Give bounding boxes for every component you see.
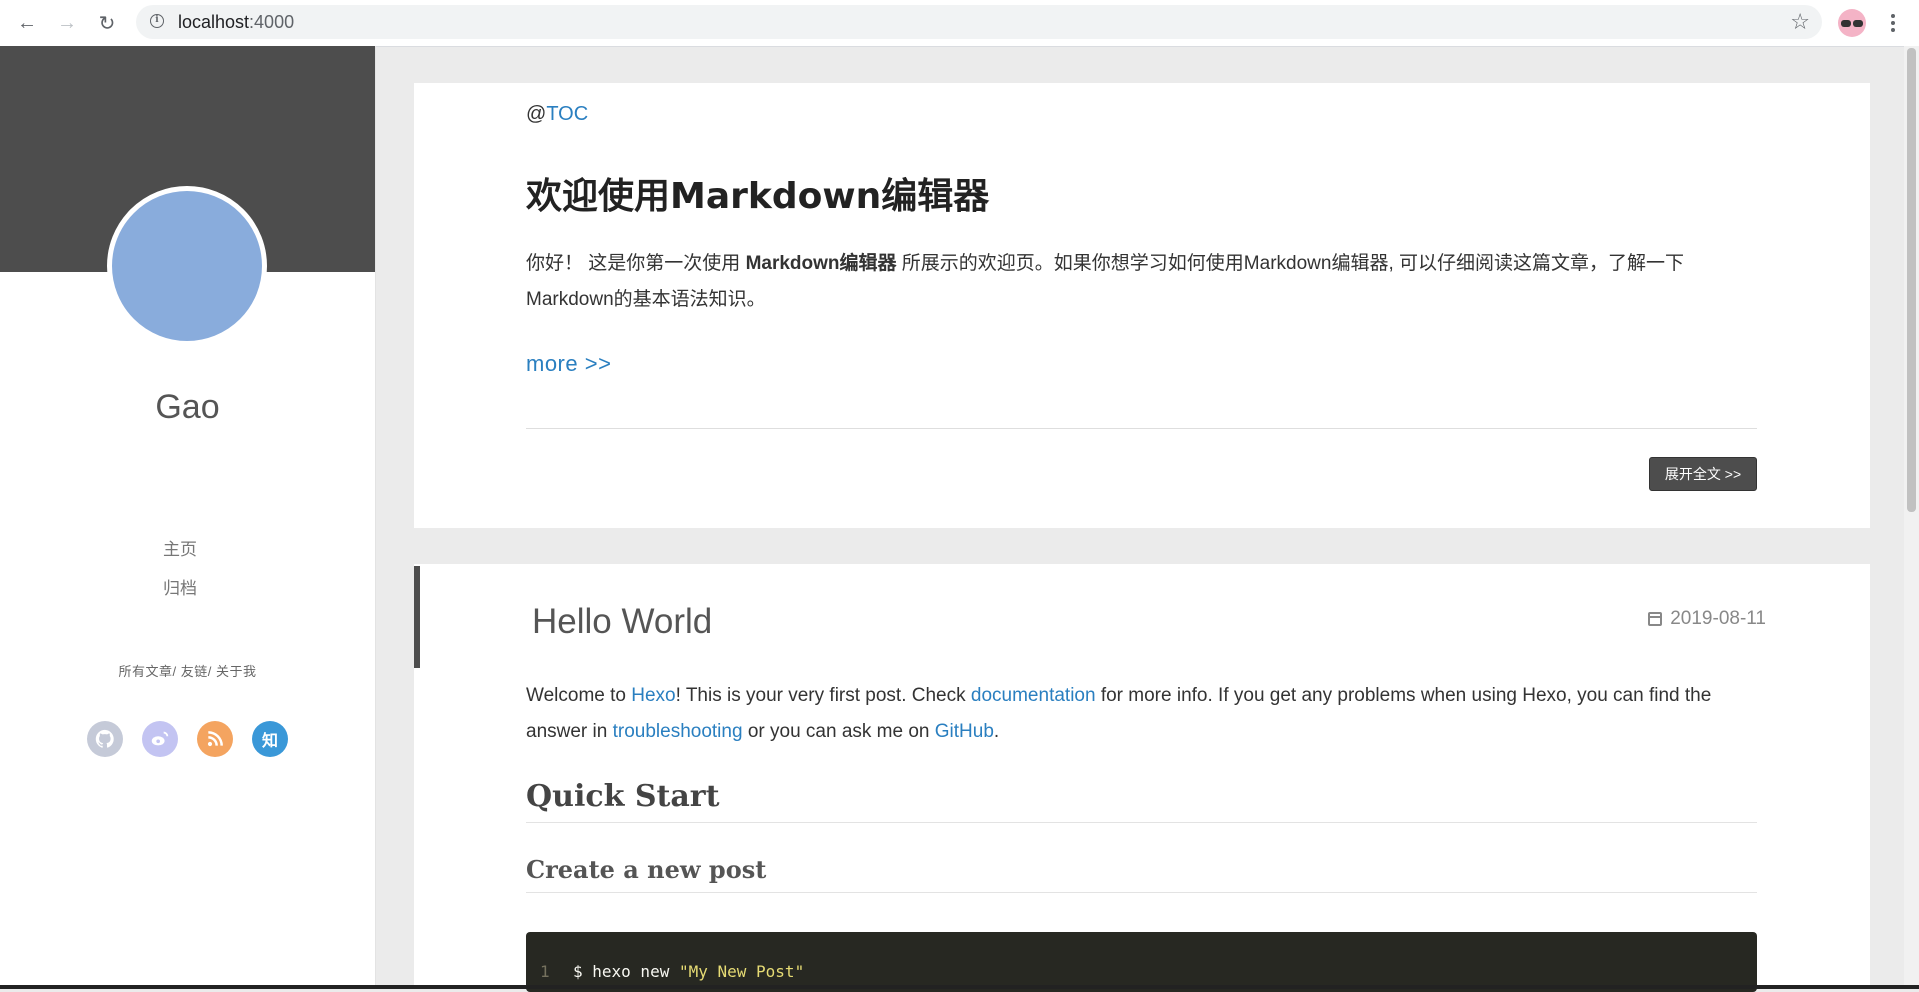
documentation-link[interactable]: documentation <box>971 685 1096 706</box>
address-bar[interactable]: i localhost:4000 ☆ <box>136 5 1822 39</box>
zhihu-icon[interactable]: 知 <box>252 721 288 757</box>
post-title[interactable]: 欢迎使用Markdown编辑器 <box>526 167 1757 219</box>
back-arrow-icon[interactable]: ← <box>12 8 42 38</box>
post-card-hello-world: Hello World 2019-08-11 Welcome to Hexo! … <box>414 564 1870 992</box>
forward-arrow-icon[interactable]: → <box>52 8 82 38</box>
url-text[interactable]: localhost:4000 <box>178 12 294 33</box>
calendar-icon <box>1648 612 1663 626</box>
more-link[interactable]: more >> <box>526 351 1757 377</box>
rss-icon[interactable] <box>197 721 233 757</box>
post-title[interactable]: Hello World <box>532 602 1763 642</box>
reload-icon[interactable]: ↻ <box>92 8 122 38</box>
link-friends[interactable]: 友链 <box>181 664 208 679</box>
bookmark-star-icon[interactable]: ☆ <box>1790 9 1810 35</box>
sidebar-item-archive[interactable]: 归档 <box>0 569 360 608</box>
post-card-markdown: @TOC 欢迎使用Markdown编辑器 你好！ 这是你第一次使用 Markdo… <box>414 83 1870 528</box>
sidebar-nav: 主页 归档 <box>0 530 360 608</box>
browser-toolbar: ← → ↻ i localhost:4000 ☆ <box>0 0 1919 47</box>
code-block: 1 $ hexo new "My New Post" <box>526 932 1757 992</box>
post-body: Welcome to Hexo! This is your very first… <box>526 685 1712 742</box>
avatar[interactable] <box>107 186 267 346</box>
github-link[interactable]: GitHub <box>935 721 994 742</box>
site-info-icon[interactable]: i <box>150 14 164 28</box>
code-line: $ hexo new "My New Post" <box>573 962 805 981</box>
weibo-icon[interactable] <box>142 721 178 757</box>
sidebar-item-home[interactable]: 主页 <box>0 530 360 569</box>
menu-kebab-icon[interactable] <box>1885 8 1901 38</box>
taskbar-edge <box>0 985 1919 989</box>
post-date: 2019-08-11 <box>1648 608 1766 630</box>
title-accent-bar <box>414 566 420 668</box>
author-name[interactable]: Gao <box>0 388 375 427</box>
github-icon[interactable] <box>87 721 123 757</box>
link-all-posts[interactable]: 所有文章 <box>118 664 172 679</box>
sidebar-links: 所有文章/ 友链/ 关于我 <box>118 664 257 679</box>
divider <box>526 428 1757 429</box>
profile-avatar[interactable] <box>1838 9 1866 37</box>
link-about[interactable]: 关于我 <box>216 664 257 679</box>
sidebar: Gao 主页 归档 所有文章/ 友链/ 关于我 知 <box>0 46 376 989</box>
hexo-link[interactable]: Hexo <box>631 685 675 706</box>
troubleshooting-link[interactable]: troubleshooting <box>613 721 743 742</box>
heading-quick-start: Quick Start <box>526 779 1757 823</box>
toc-line: @TOC <box>526 103 589 125</box>
scrollbar-thumb[interactable] <box>1907 48 1916 512</box>
heading-create-post: Create a new post <box>526 855 1757 893</box>
post-excerpt: 你好！ 这是你第一次使用 Markdown编辑器 所展示的欢迎页。如果你想学习如… <box>526 253 1684 310</box>
toc-link[interactable]: TOC <box>546 103 588 125</box>
code-line-number: 1 <box>540 962 550 981</box>
expand-full-button[interactable]: 展开全文 >> <box>1649 457 1757 491</box>
social-links: 知 <box>87 721 288 757</box>
